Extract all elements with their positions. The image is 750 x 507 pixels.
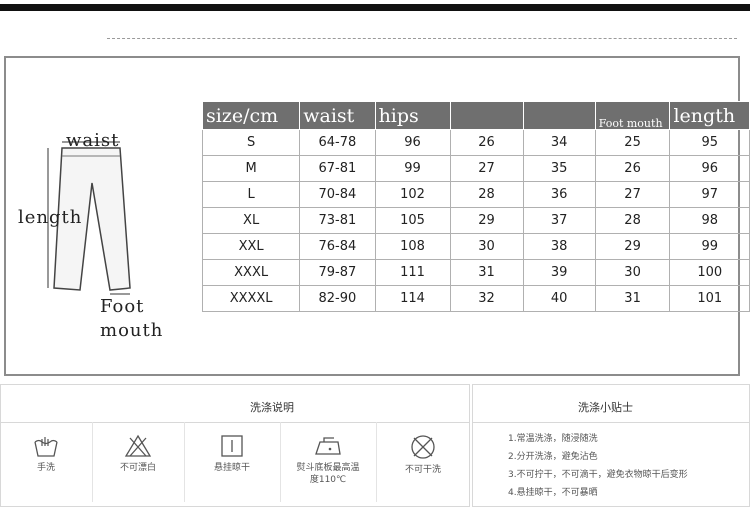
iron-icon — [315, 437, 341, 455]
table-cell: L — [201, 181, 301, 208]
table-cell: 114 — [374, 285, 451, 312]
tip-item: 4.悬挂晾干，不可暴晒 — [508, 488, 598, 498]
table-cell: 39 — [522, 259, 596, 286]
care-tips-list: 1.常温洗涤，随浸随洗 2.分开洗涤，避免沾色 3.不可拧干，不可滴干，避免衣物… — [508, 430, 688, 502]
table-cell: 111 — [374, 259, 451, 286]
table-cell: 38 — [522, 233, 596, 260]
dashed-divider — [107, 38, 737, 39]
tip-item: 1.常温洗涤，随浸随洗 — [508, 434, 598, 444]
no-dry-clean-icon — [411, 435, 435, 459]
header-foot-mouth: Foot mouth — [594, 101, 671, 130]
foot-label-line2: mouth — [100, 320, 164, 341]
table-cell: 26 — [449, 129, 524, 156]
table-row: M 67-81 99 27 35 26 96 — [201, 155, 750, 182]
table-cell: 37 — [522, 207, 596, 234]
table-cell: 97 — [669, 181, 750, 208]
table-row: XL 73-81 105 29 37 28 98 — [201, 207, 750, 234]
no-bleach-icon — [124, 434, 152, 457]
header-waist: waist — [299, 101, 376, 130]
table-cell: 100 — [669, 259, 750, 286]
foot-label-line1: Foot — [100, 296, 145, 317]
header-hips: hips — [374, 101, 451, 130]
hand-wash-icon — [34, 437, 58, 457]
table-cell: 35 — [522, 155, 596, 182]
waist-label: waist — [66, 130, 120, 151]
table-cell: XXL — [201, 233, 301, 260]
no-dry-clean-caption: 不可干洗 — [404, 465, 441, 475]
table-cell: 98 — [669, 207, 750, 234]
top-border — [0, 4, 750, 11]
table-cell: 64-78 — [299, 129, 376, 156]
table-cell: 28 — [594, 207, 671, 234]
size-table: size/cm waist hips Foot mouth length S 64… — [201, 101, 750, 312]
care-item-iron: 熨斗底板最高温度110℃ — [280, 422, 377, 502]
table-cell: 73-81 — [299, 207, 376, 234]
table-row: XXXL 79-87 111 31 39 30 100 — [201, 259, 750, 286]
iron-caption: 熨斗底板最高温度110℃ — [296, 463, 360, 485]
table-cell: 31 — [449, 259, 524, 286]
table-cell: 99 — [669, 233, 750, 260]
table-cell: M — [201, 155, 301, 182]
care-section: 洗涤说明 洗涤小贴士 手洗 不可漂白 悬挂晾干 熨斗底板最高温度110℃ 不可干… — [0, 384, 750, 507]
table-cell: 99 — [374, 155, 451, 182]
table-cell: 27 — [449, 155, 524, 182]
care-item-hand-wash: 手洗 — [0, 422, 93, 502]
care-item-hang-dry: 悬挂晾干 — [184, 422, 281, 502]
table-header-row: size/cm waist hips Foot mouth length — [201, 101, 750, 130]
table-cell: 108 — [374, 233, 451, 260]
table-cell: 25 — [594, 129, 671, 156]
foot-mouth-label: Foot mouth — [100, 295, 163, 343]
table-row: S 64-78 96 26 34 25 95 — [201, 129, 750, 156]
table-cell: 96 — [374, 129, 451, 156]
tips-title: 洗涤小贴士 — [578, 401, 633, 414]
table-cell: 101 — [669, 285, 750, 312]
tip-item: 3.不可拧干，不可滴干，避免衣物晾干后变形 — [508, 470, 688, 480]
table-cell: XXXXL — [201, 285, 301, 312]
hang-dry-caption: 悬挂晾干 — [213, 463, 250, 473]
table-cell: XXXL — [201, 259, 301, 286]
table-cell: 102 — [374, 181, 451, 208]
care-title: 洗涤说明 — [250, 401, 294, 414]
no-bleach-caption: 不可漂白 — [119, 463, 156, 473]
table-cell: 82-90 — [299, 285, 376, 312]
hand-wash-caption: 手洗 — [36, 463, 55, 473]
length-label: length — [18, 207, 83, 228]
table-row: XXXXL 82-90 114 32 40 31 101 — [201, 285, 750, 312]
table-cell: 30 — [594, 259, 671, 286]
table-cell: 79-87 — [299, 259, 376, 286]
hang-dry-icon — [221, 435, 243, 457]
table-row: XXL 76-84 108 30 38 29 99 — [201, 233, 750, 260]
table-cell: 40 — [522, 285, 596, 312]
table-cell: 29 — [594, 233, 671, 260]
table-cell: 28 — [449, 181, 524, 208]
table-cell: 31 — [594, 285, 671, 312]
table-cell: 105 — [374, 207, 451, 234]
table-cell: S — [201, 129, 301, 156]
table-cell: 96 — [669, 155, 750, 182]
table-cell: 95 — [669, 129, 750, 156]
table-cell: XL — [201, 207, 301, 234]
table-cell: 67-81 — [299, 155, 376, 182]
header-size: size/cm — [201, 101, 301, 130]
table-cell: 29 — [449, 207, 524, 234]
tip-item: 2.分开洗涤，避免沾色 — [508, 452, 598, 462]
table-cell: 70-84 — [299, 181, 376, 208]
header-col4 — [449, 101, 524, 130]
table-cell: 27 — [594, 181, 671, 208]
table-cell: 34 — [522, 129, 596, 156]
care-item-no-dry-clean: 不可干洗 — [376, 422, 470, 502]
table-cell: 26 — [594, 155, 671, 182]
table-cell: 76-84 — [299, 233, 376, 260]
care-item-no-bleach: 不可漂白 — [92, 422, 185, 502]
table-cell: 32 — [449, 285, 524, 312]
table-cell: 36 — [522, 181, 596, 208]
header-length: length — [669, 101, 750, 130]
table-row: L 70-84 102 28 36 27 97 — [201, 181, 750, 208]
header-col5 — [522, 101, 596, 130]
table-cell: 30 — [449, 233, 524, 260]
